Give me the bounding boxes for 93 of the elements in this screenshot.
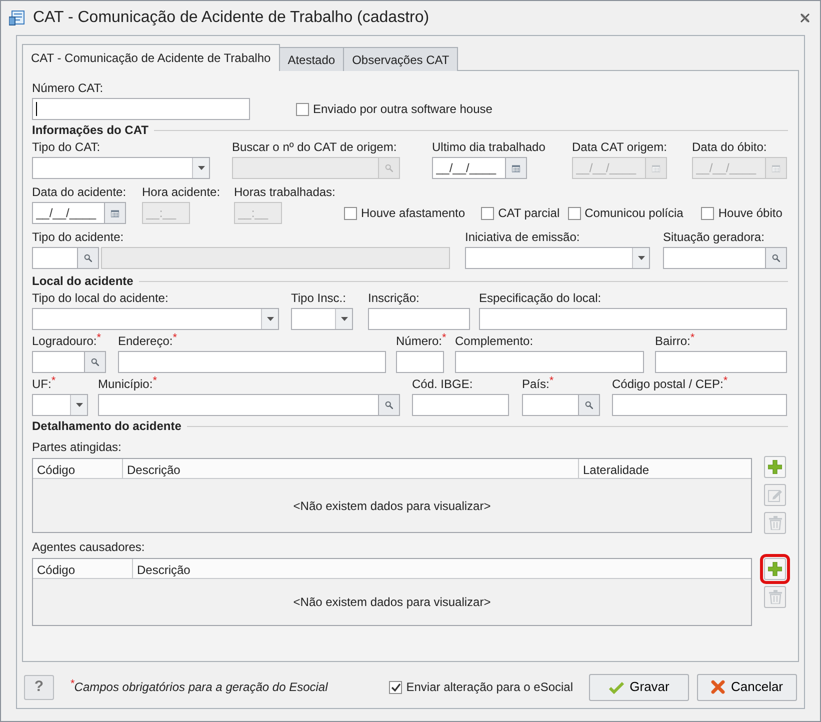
checkbox[interactable]	[568, 206, 581, 220]
input-field[interactable]	[612, 394, 787, 416]
empty-message: <Não existem dados para visualizar>	[293, 498, 491, 514]
input-field[interactable]	[118, 351, 386, 373]
field-label: Horas trabalhadas:	[234, 184, 336, 199]
search-button[interactable]	[765, 247, 787, 269]
app-icon	[9, 10, 25, 26]
field-label: Iniciativa de emissão:	[465, 229, 580, 244]
section-title: Local do acidente	[32, 273, 134, 290]
checkbox-label[interactable]: Enviado por outra software house	[313, 100, 492, 118]
caret-icon	[340, 317, 348, 321]
tab[interactable]: CAT - Comunicação de Acidente de Trabalho	[22, 44, 280, 71]
date-field[interactable]: __/__/____	[32, 202, 105, 224]
input-field[interactable]	[412, 394, 509, 416]
add-button[interactable]	[764, 456, 786, 478]
search-button[interactable]	[578, 394, 600, 416]
input-field[interactable]	[663, 247, 766, 269]
caret-icon	[638, 256, 644, 260]
search-button[interactable]	[84, 351, 106, 373]
save-button[interactable]: Gravar	[589, 674, 689, 700]
search-button[interactable]	[378, 394, 400, 416]
plus-icon	[768, 562, 782, 576]
input-field[interactable]	[98, 394, 379, 416]
empty-message: <Não existem dados para visualizar>	[293, 594, 491, 611]
section-title: Informações do CAT	[32, 122, 148, 139]
field-label: Especificação do local:	[479, 290, 602, 305]
checkbox-label[interactable]: Houve óbito	[718, 204, 782, 222]
column-header[interactable]: Descrição	[123, 459, 579, 478]
checkbox[interactable]	[344, 206, 357, 220]
input-field[interactable]	[396, 351, 444, 373]
field-label: Data do óbito:	[692, 139, 767, 154]
field-label: Ultimo dia trabalhado	[432, 139, 546, 154]
input-field[interactable]	[522, 394, 579, 416]
checkbox-label[interactable]: Comunicou polícia	[584, 204, 684, 222]
trash-icon	[768, 516, 782, 530]
field-label: Situação geradora:	[663, 229, 764, 244]
calendar-button[interactable]	[505, 157, 527, 179]
column-header[interactable]: Código	[33, 559, 133, 578]
column-header[interactable]: Descrição	[133, 559, 751, 578]
field-label: Tipo do acidente:	[32, 229, 124, 244]
close-icon	[800, 13, 810, 23]
field-label: Data do acidente:	[32, 184, 126, 199]
combo-box[interactable]	[465, 247, 650, 269]
plus-icon	[768, 460, 782, 474]
grid-label: Agentes causadores:	[32, 539, 146, 556]
field-label: Tipo do CAT:	[32, 139, 100, 154]
calendar-button[interactable]	[104, 202, 126, 224]
field-label: Data CAT origem:	[572, 139, 667, 154]
field-label: Cód. IBGE:	[412, 376, 473, 391]
input-field[interactable]	[455, 351, 644, 373]
tab[interactable]: Atestado	[278, 47, 344, 71]
field-label: Tipo do local do acidente:	[32, 290, 168, 305]
tab[interactable]: Observações CAT	[343, 47, 458, 71]
caret-icon	[76, 403, 82, 407]
field-label: Hora acidente:	[142, 184, 220, 199]
edit-icon	[768, 488, 782, 502]
input-field[interactable]	[655, 351, 787, 373]
checkbox-label[interactable]: Houve afastamento	[361, 204, 466, 222]
checkbox-label[interactable]: CAT parcial	[498, 204, 560, 222]
section-title: Detalhamento do acidente	[32, 418, 182, 435]
checkbox[interactable]	[481, 206, 494, 220]
column-header[interactable]: Lateralidade	[579, 459, 751, 478]
checkbox[interactable]	[701, 206, 714, 220]
help-button[interactable]: ?	[24, 674, 54, 700]
field-label: Buscar o nº do CAT de origem:	[232, 139, 397, 154]
caret-icon	[198, 166, 204, 170]
field-label: Complemento:	[455, 333, 534, 348]
trash-icon	[768, 590, 782, 604]
checkbox[interactable]	[296, 102, 309, 116]
close-icon	[710, 680, 725, 694]
column-header[interactable]: Código	[33, 459, 123, 478]
window-title: CAT - Comunicação de Acidente de Trabalho (cadastro)	[33, 8, 430, 28]
input-field[interactable]	[32, 247, 78, 269]
combo-box[interactable]	[291, 308, 353, 330]
combo-box[interactable]	[32, 394, 88, 416]
combo-box[interactable]	[32, 157, 210, 179]
caret-icon	[266, 317, 274, 321]
field-label: Tipo Insc.:	[291, 290, 346, 305]
input-field[interactable]	[32, 98, 250, 120]
date-field[interactable]: __/__/____	[432, 157, 506, 179]
input-field[interactable]	[368, 308, 470, 330]
search-button[interactable]	[77, 247, 99, 269]
cancel-button[interactable]: Cancelar	[697, 674, 797, 700]
close-button[interactable]	[800, 13, 810, 23]
grid-label: Partes atingidas:	[32, 439, 122, 456]
combo-box[interactable]	[32, 308, 279, 330]
field-label: Número CAT:	[32, 80, 104, 95]
check-icon	[608, 680, 624, 694]
field-label: Inscrição:	[368, 290, 420, 305]
checkbox[interactable]	[389, 680, 402, 694]
input-field[interactable]	[479, 308, 787, 330]
checkbox-label[interactable]: Enviar alteração para o eSocial	[406, 678, 573, 696]
input-field[interactable]	[32, 351, 85, 373]
